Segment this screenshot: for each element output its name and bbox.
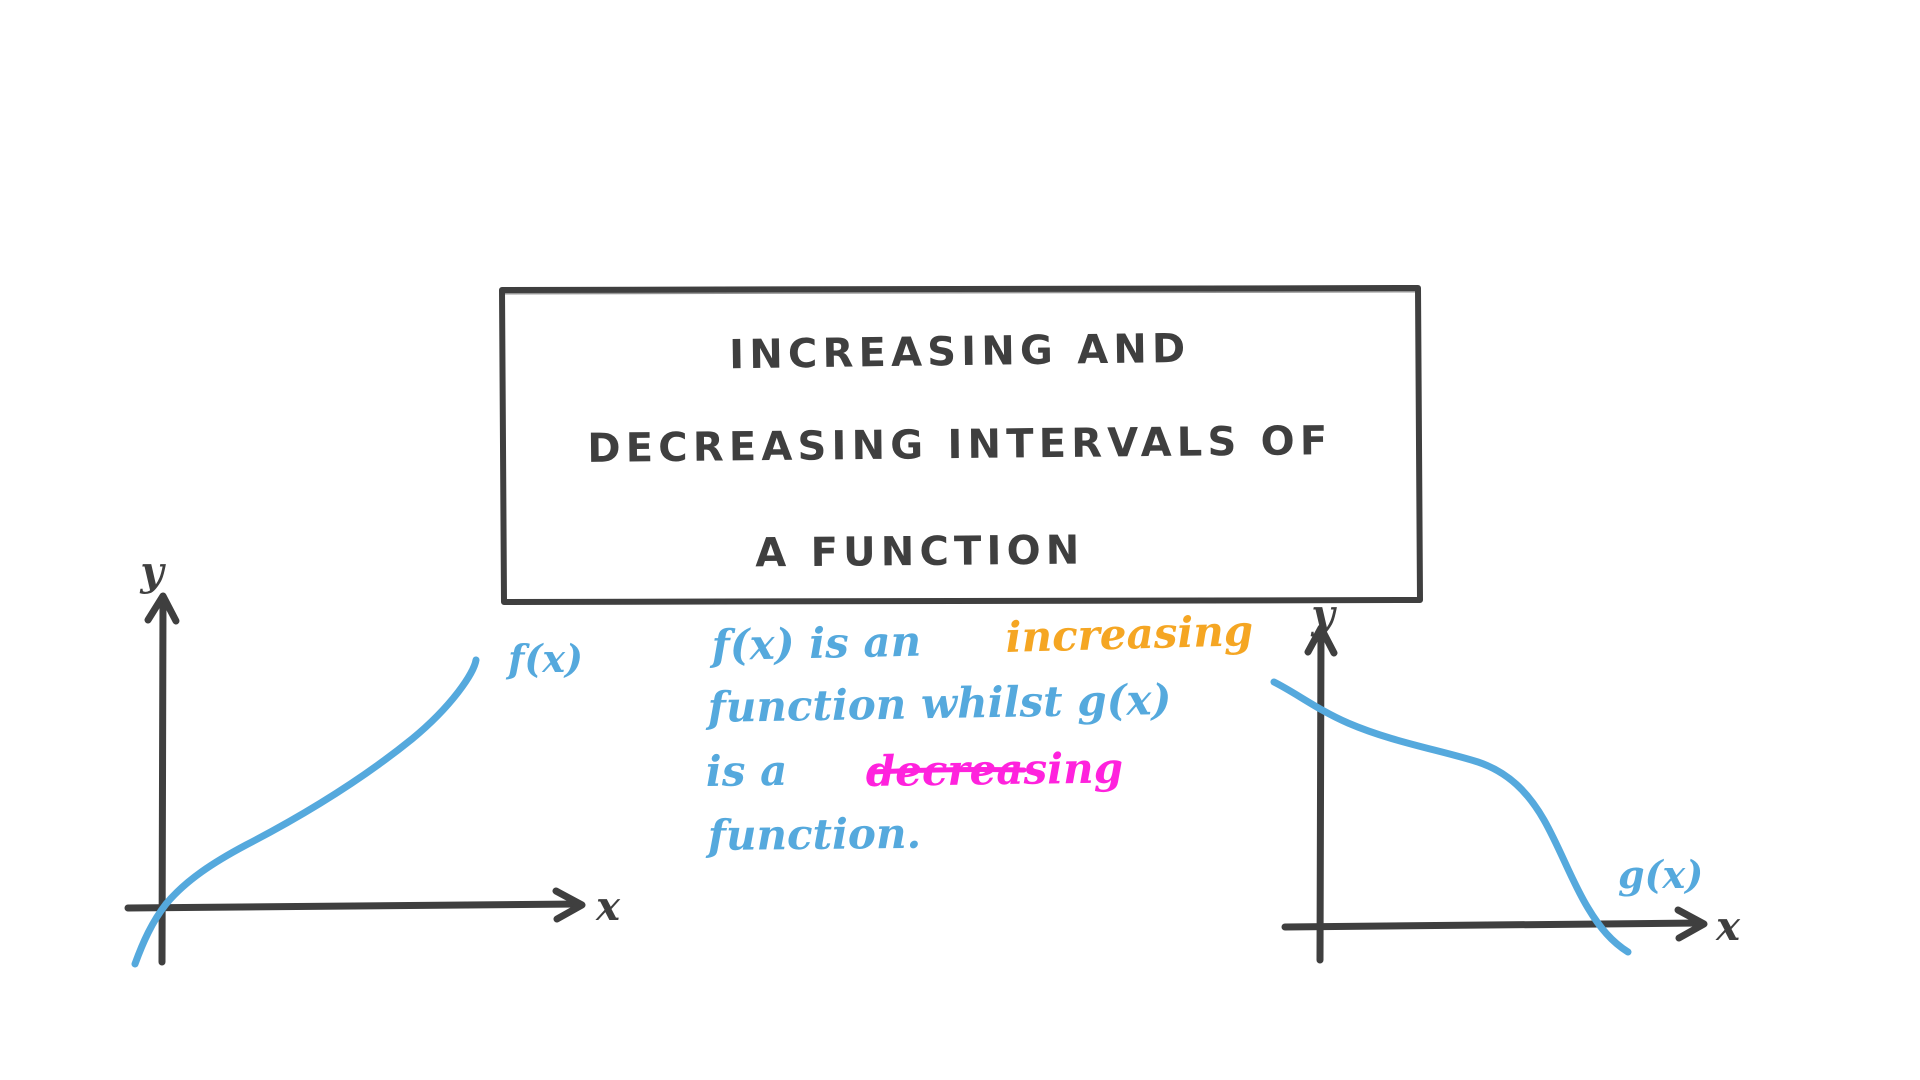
right-graph-x-axis (1281, 919, 1704, 931)
note-line-2: function whilst g(x) (704, 675, 1171, 732)
right-graph-x-axis-label: x (1715, 903, 1741, 950)
title-box-border-overstroke (500, 287, 1419, 295)
sketch-surface: INCREASING AND DECREASING INTERVALS OF A… (124, 285, 1741, 968)
decreasing-function-graph: y x g(x) (1270, 591, 1741, 964)
title-line-1: INCREASING AND (729, 326, 1191, 378)
title-box: INCREASING AND DECREASING INTERVALS OF A… (499, 285, 1423, 605)
note-line-1-emphasis-increasing: increasing (1005, 606, 1254, 662)
note-line-3-plain: is a (705, 746, 787, 796)
right-graph-y-axis (1316, 628, 1325, 964)
title-line-2: DECREASING INTERVALS OF (587, 418, 1332, 472)
right-graph-curve-label: g(x) (1618, 852, 1703, 897)
left-graph-x-axis (124, 900, 582, 912)
note-line-4: function. (705, 809, 922, 860)
title-line-3: A FUNCTION (755, 528, 1085, 577)
increasing-function-graph: y x f(x) (124, 548, 621, 968)
left-graph-x-axis-label: x (595, 883, 621, 930)
right-graph-y-axis-label: y (1310, 591, 1337, 638)
left-graph-curve (131, 656, 480, 968)
note-line-1-plain: f(x) is an (708, 617, 921, 670)
annotation-note: f(x) is an increasing function whilst g(… (704, 606, 1254, 860)
right-graph-curve (1270, 678, 1632, 956)
whiteboard-canvas: INCREASING AND DECREASING INTERVALS OF A… (0, 0, 1920, 1080)
left-graph-curve-label: f(x) (505, 636, 583, 681)
decreasing-underline (869, 767, 1027, 775)
left-graph-y-axis-label: y (139, 548, 166, 595)
